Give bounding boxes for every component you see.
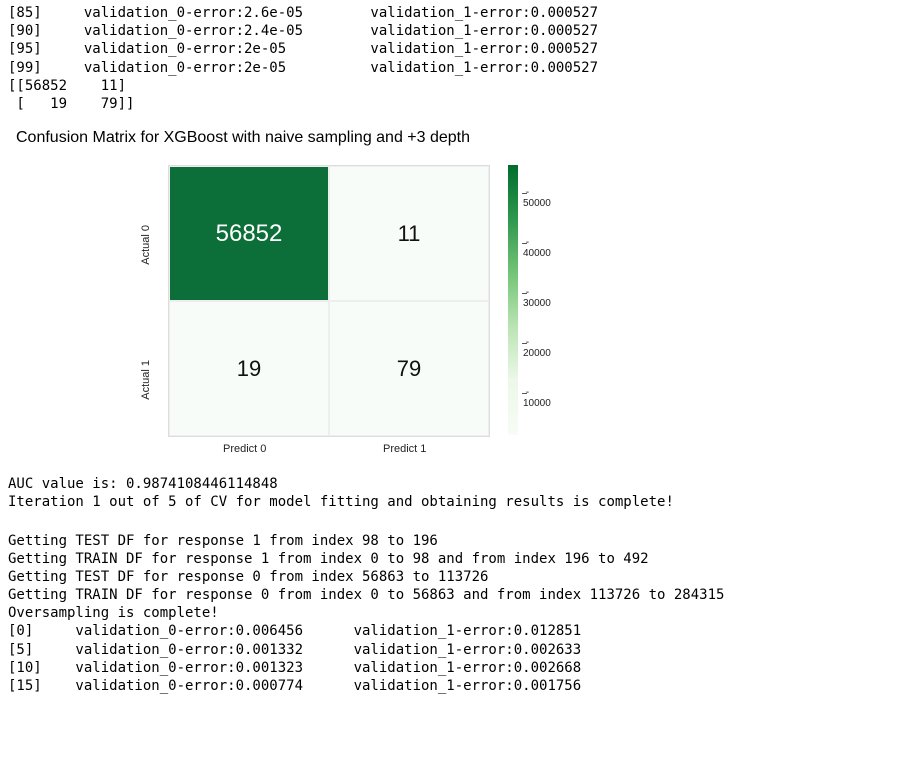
auc-iteration-log: AUC value is: 0.9874108446114848 Iterati… <box>8 475 903 511</box>
heatmap-grid: 56852 11 19 79 <box>168 165 490 437</box>
ylabel-actual-0: Actual 0 <box>140 225 152 265</box>
xlabel-predict-0: Predict 0 <box>223 443 266 455</box>
colorbar-gradient <box>508 165 518 435</box>
chart-title: Confusion Matrix for XGBoost with naive … <box>16 129 903 147</box>
cell-actual0-predict1: 11 <box>329 166 489 301</box>
cell-actual1-predict1: 79 <box>329 301 489 436</box>
cell-actual1-predict0: 19 <box>169 301 329 436</box>
cbar-tick-50000: 50000 <box>523 198 551 209</box>
cbar-tick-40000: 40000 <box>523 248 551 259</box>
ylabel-actual-1: Actual 1 <box>140 360 152 400</box>
xgb-log-bottom: Getting TEST DF for response 1 from inde… <box>8 532 903 696</box>
blank-line <box>8 512 903 532</box>
confusion-matrix-plot: Actual 0 Actual 1 56852 11 19 79 Predict… <box>128 155 903 475</box>
cbar-tick-30000: 30000 <box>523 298 551 309</box>
xlabel-predict-1: Predict 1 <box>383 443 426 455</box>
cell-actual0-predict0: 56852 <box>169 166 329 301</box>
xgb-log-top: [85] validation_0-error:2.6e-05 validati… <box>8 4 903 113</box>
cbar-tick-20000: 20000 <box>523 348 551 359</box>
cbar-tick-10000: 10000 <box>523 398 551 409</box>
